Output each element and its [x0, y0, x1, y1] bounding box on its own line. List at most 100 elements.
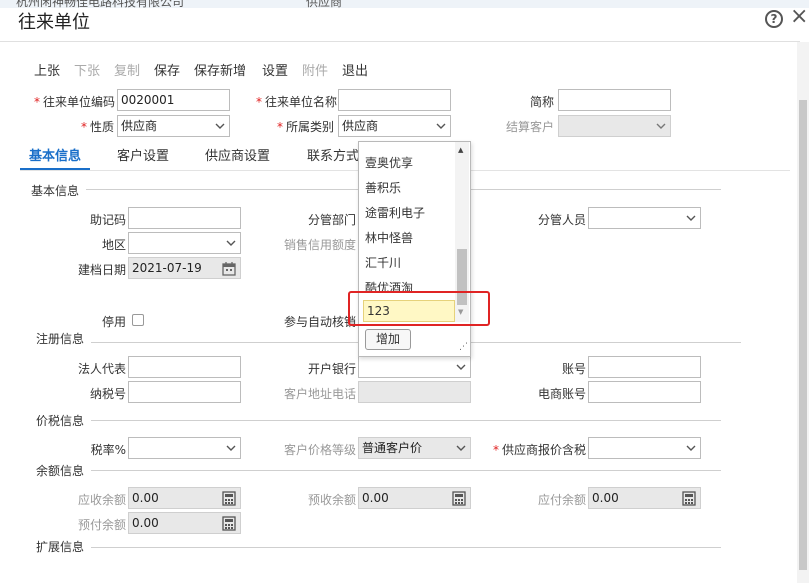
- disabled-label: 停用: [101, 315, 126, 329]
- settle-label: 结算客户: [505, 120, 554, 134]
- created-date-value: 2021-07-19: [132, 261, 202, 275]
- background-company-text: 杭州闲神畅佳电路科技有限公司: [16, 0, 185, 8]
- settle-select[interactable]: [558, 115, 671, 137]
- chevron-down-icon: [456, 364, 466, 370]
- tax-rate-label: 税率%: [90, 443, 126, 457]
- calculator-icon: [682, 491, 696, 506]
- calculator-icon: [222, 516, 236, 531]
- payable-value: 0.00: [592, 491, 619, 505]
- chevron-down-icon: [686, 445, 696, 451]
- chevron-down-icon: [686, 215, 696, 221]
- chevron-down-icon: [226, 240, 236, 246]
- code-label: * 往来单位编码: [34, 95, 116, 109]
- exit-button[interactable]: 退出: [342, 60, 368, 79]
- abbr-input[interactable]: [558, 89, 671, 111]
- tax-no-input[interactable]: [128, 381, 241, 403]
- title-separator: [0, 41, 800, 42]
- nature-select[interactable]: 供应商: [117, 115, 230, 137]
- window-scrollbar-thumb[interactable]: [799, 100, 807, 570]
- account-input[interactable]: [588, 356, 701, 378]
- code-input[interactable]: 0020001: [117, 89, 230, 111]
- calendar-icon: [222, 262, 236, 276]
- highlight-annotation: [348, 291, 490, 326]
- payable-input[interactable]: 0.00: [588, 487, 701, 509]
- scroll-up-icon[interactable]: ▲: [458, 146, 463, 154]
- add-category-button[interactable]: 增加: [365, 329, 411, 350]
- settings-button[interactable]: 设置: [262, 60, 288, 79]
- prev-button[interactable]: 上张: [34, 60, 60, 79]
- receivable-input[interactable]: 0.00: [128, 487, 241, 509]
- help-icon[interactable]: ?: [765, 10, 783, 28]
- save-new-button[interactable]: 保存新增: [194, 60, 246, 79]
- region-select[interactable]: [128, 232, 241, 254]
- copy-button[interactable]: 复制: [114, 60, 140, 79]
- save-button[interactable]: 保存: [154, 60, 180, 79]
- created-date-input[interactable]: 2021-07-19: [128, 257, 241, 279]
- dropdown-option[interactable]: 林中怪兽: [365, 229, 413, 246]
- chevron-down-icon: [226, 445, 236, 451]
- legal-rep-label: 法人代表: [77, 362, 126, 376]
- chevron-down-icon: [656, 123, 666, 129]
- prepaid-value: 0.00: [132, 516, 159, 530]
- tab-supplier-settings[interactable]: 供应商设置: [205, 145, 270, 164]
- disabled-checkbox[interactable]: [132, 314, 144, 326]
- dropdown-option[interactable]: 善积乐: [365, 179, 401, 196]
- advance-receipt-label: 预收余额: [307, 493, 356, 507]
- receivable-value: 0.00: [132, 491, 159, 505]
- staff-label: 分管人员: [537, 213, 586, 227]
- mnemonic-input[interactable]: [128, 207, 241, 229]
- chevron-down-icon: [456, 445, 466, 451]
- tax-section-title: 价税信息: [36, 414, 85, 428]
- section-divider: [91, 470, 721, 471]
- tab-contact[interactable]: 联系方式: [307, 145, 359, 164]
- credit-label: 销售信用额度: [283, 238, 356, 252]
- price-level-select[interactable]: 普通客户价: [358, 437, 471, 459]
- address-phone-input[interactable]: [358, 381, 471, 403]
- next-button[interactable]: 下张: [74, 60, 100, 79]
- ecom-account-input[interactable]: [588, 381, 701, 403]
- tax-rate-select[interactable]: [128, 437, 241, 459]
- abbr-label: 简称: [529, 95, 554, 109]
- receivable-label: 应收余额: [77, 493, 126, 507]
- bank-label: 开户银行: [307, 362, 356, 376]
- payable-label: 应付余额: [537, 493, 586, 507]
- staff-select[interactable]: [588, 207, 701, 229]
- tax-no-label: 纳税号: [89, 387, 126, 401]
- register-section-title: 注册信息: [36, 332, 85, 346]
- name-input[interactable]: [338, 89, 451, 111]
- category-select[interactable]: 供应商: [338, 115, 451, 137]
- ecom-account-label: 电商账号: [537, 387, 586, 401]
- chevron-down-icon: [436, 123, 446, 129]
- category-select-value: 供应商: [342, 119, 379, 133]
- dropdown-option[interactable]: 汇千川: [365, 254, 401, 271]
- calculator-icon: [222, 491, 236, 506]
- advance-receipt-input[interactable]: 0.00: [358, 487, 471, 509]
- address-phone-label: 客户地址电话: [283, 387, 356, 401]
- account-label: 账号: [561, 362, 586, 376]
- section-divider: [91, 420, 721, 421]
- legal-rep-input[interactable]: [128, 356, 241, 378]
- resize-grip-icon[interactable]: ⋰: [459, 342, 468, 352]
- bank-select[interactable]: [358, 356, 471, 378]
- region-label: 地区: [101, 238, 126, 252]
- extend-section-title: 扩展信息: [36, 540, 85, 554]
- tab-customer-settings[interactable]: 客户设置: [117, 145, 169, 164]
- nature-select-value: 供应商: [121, 119, 158, 133]
- close-icon[interactable]: ×: [790, 6, 808, 28]
- background-page-strip: 杭州闲神畅佳电路科技有限公司 供应商: [0, 0, 809, 8]
- dropdown-option[interactable]: 壹奥优享: [365, 154, 413, 171]
- name-label: * 往来单位名称: [256, 95, 338, 109]
- nature-label: * 性质: [80, 120, 114, 134]
- dropdown-option[interactable]: 途雷利电子: [365, 204, 425, 221]
- chevron-down-icon: [215, 123, 225, 129]
- price-level-label: 客户价格等级: [283, 443, 356, 457]
- window-title: 往来单位: [18, 12, 90, 33]
- prepaid-input[interactable]: 0.00: [128, 512, 241, 534]
- mnemonic-label: 助记码: [89, 213, 126, 227]
- supplier-tax-select[interactable]: [588, 437, 701, 459]
- attachment-button[interactable]: 附件: [302, 60, 328, 79]
- background-type-text: 供应商: [306, 0, 343, 8]
- section-divider: [91, 547, 721, 548]
- tab-basic-info[interactable]: 基本信息: [29, 145, 81, 164]
- basic-section-title: 基本信息: [31, 184, 80, 198]
